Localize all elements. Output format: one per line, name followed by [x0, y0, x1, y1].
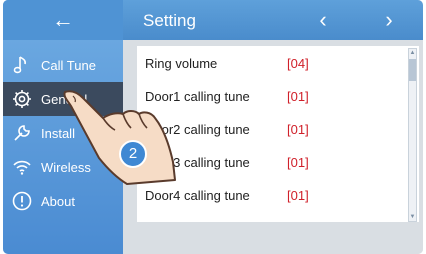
- gear-icon: [13, 90, 31, 108]
- sidebar-item-call-tune[interactable]: Call Tune: [3, 48, 123, 82]
- scrollbar[interactable]: ▲ ▼: [408, 48, 417, 222]
- scroll-down-arrow-icon[interactable]: ▼: [409, 213, 416, 221]
- tapping-hand-icon: [63, 90, 176, 185]
- scroll-up-arrow-icon[interactable]: ▲: [409, 49, 416, 57]
- setting-label: Ring volume: [145, 56, 218, 71]
- list-item-ring-volume[interactable]: Ring volume [04]: [137, 46, 411, 78]
- chevron-left-icon: ‹: [319, 7, 327, 32]
- back-button[interactable]: ←: [45, 6, 81, 34]
- setting-value: [01]: [287, 89, 309, 104]
- music-note-icon: [13, 56, 26, 74]
- chevron-right-icon: ›: [385, 7, 393, 32]
- sidebar-item-about[interactable]: About: [3, 184, 123, 218]
- info-icon: [12, 191, 32, 211]
- top-bar-left: ←: [3, 0, 123, 40]
- next-page-button[interactable]: ›: [374, 6, 404, 34]
- page-title: Setting: [143, 11, 196, 30]
- step-number-badge: 2: [119, 140, 147, 168]
- sidebar-item-label: Call Tune: [41, 58, 96, 73]
- previous-page-button[interactable]: ‹: [308, 6, 338, 34]
- top-bar: ← Setting ‹ ›: [3, 0, 423, 40]
- wifi-icon: [13, 160, 31, 175]
- setting-value: [01]: [287, 122, 309, 137]
- wrench-icon: [14, 125, 30, 141]
- setting-value: [01]: [287, 188, 309, 203]
- sidebar-item-label: About: [41, 194, 75, 209]
- back-arrow-icon: ←: [52, 7, 74, 32]
- scroll-thumb[interactable]: [409, 59, 416, 81]
- setting-value: [04]: [287, 56, 309, 71]
- setting-value: [01]: [287, 155, 309, 170]
- setting-label: Door4 calling tune: [145, 188, 250, 203]
- device-screen: ← Setting ‹ › Call Tune General Install …: [3, 0, 423, 254]
